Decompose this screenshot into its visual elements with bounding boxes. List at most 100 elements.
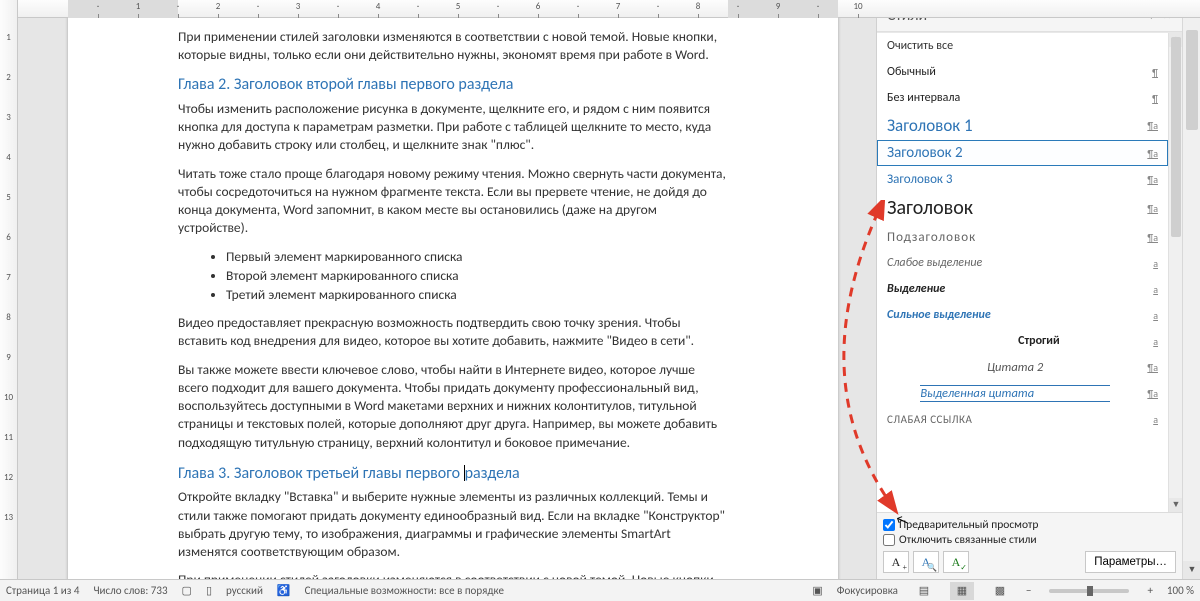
style-heading-2[interactable]: Заголовок 2 ¶a (877, 140, 1168, 166)
page[interactable]: При применении стилей заголовки изменяют… (68, 18, 838, 579)
ruler-tick: 8 (678, 1, 718, 18)
ruler-tick: · (558, 1, 598, 18)
style-heading-3[interactable]: Заголовок 3 ¶a (877, 166, 1168, 192)
ruler-tick: 2 (198, 1, 238, 18)
style-inspector-button[interactable]: A🔍 (913, 551, 939, 573)
style-normal[interactable]: Обычный ¶ (877, 59, 1168, 85)
status-bar: Страница 1 из 4 Число слов: 733 ▢ русски… (0, 579, 1200, 601)
styles-pane: Стили ▼ ✕ Очистить все Обычный ¶ Без инт… (876, 0, 1182, 579)
preview-checkbox[interactable]: Предварительный просмотр (883, 518, 1176, 532)
style-title[interactable]: Заголовок ¶a (877, 192, 1168, 224)
macro-record-icon[interactable]: ▢ (182, 584, 192, 597)
ruler-tick: · (718, 1, 758, 18)
style-subtitle[interactable]: Подзаголовок ¶a (877, 224, 1168, 250)
status-page[interactable]: Страница 1 из 4 (6, 584, 79, 597)
zoom-percent[interactable]: 100 % (1167, 584, 1194, 597)
ruler-tick: 3 (278, 1, 318, 18)
ruler-tick: 1 (0, 18, 17, 58)
style-list-scrollbar[interactable]: ▲ ▼ (1168, 33, 1182, 512)
disable-linked-checkbox[interactable]: Отключить связанные стили (883, 533, 1176, 547)
list-item[interactable]: Первый элемент маркированного списка (226, 248, 728, 266)
heading-2[interactable]: Глава 2. Заголовок второй главы первого … (178, 74, 728, 96)
ruler-tick: · (318, 1, 358, 18)
body-paragraph[interactable]: Чтобы изменить расположение рисунка в до… (178, 100, 728, 155)
ruler-tick: · (158, 1, 198, 18)
ruler-tick: 9 (0, 338, 17, 378)
scroll-thumb[interactable] (1186, 30, 1198, 130)
style-quote2[interactable]: Цитата 2 ¶a (877, 354, 1168, 380)
status-focus[interactable]: Фокусировка (837, 584, 898, 597)
bullet-list[interactable]: Первый элемент маркированного списка Вто… (226, 248, 728, 305)
ruler-tick: 6 (518, 1, 558, 18)
scroll-down-icon[interactable]: ▼ (1183, 561, 1200, 579)
scroll-thumb[interactable] (1171, 37, 1181, 237)
ruler-tick: · (238, 1, 278, 18)
list-item[interactable]: Второй элемент маркированного списка (226, 267, 728, 285)
ruler-tick: · (78, 1, 118, 18)
ruler-tick: · (478, 1, 518, 18)
ruler-tick: 9 (758, 1, 798, 18)
text-caret (464, 465, 465, 481)
body-paragraph[interactable]: Вы также можете ввести ключевое слово, ч… (178, 361, 728, 452)
style-subtle-emphasis[interactable]: Слабое выделение a (877, 250, 1168, 276)
body-paragraph[interactable]: Читать тоже стало проще благодаря новому… (178, 165, 728, 238)
accessibility-icon[interactable]: ♿ (277, 584, 291, 597)
preview-checkbox-input[interactable] (883, 519, 895, 531)
status-accessibility[interactable]: Специальные возможности: все в порядке (305, 584, 504, 597)
scroll-down-icon[interactable]: ▼ (1169, 498, 1182, 512)
zoom-slider[interactable] (1049, 589, 1129, 593)
style-clear-all[interactable]: Очистить все (877, 33, 1168, 59)
ruler-tick: 6 (0, 218, 17, 258)
style-strong[interactable]: Строгий a (877, 328, 1168, 354)
focus-mode-icon[interactable]: ▣ (812, 584, 822, 597)
view-web-layout-button[interactable]: ▩ (988, 582, 1012, 600)
style-subtle-reference[interactable]: СЛАБАЯ ССЫЛКА a (877, 406, 1168, 432)
ruler-tick: 4 (358, 1, 398, 18)
ruler-tick: 4 (0, 138, 17, 178)
ruler-tick: · (798, 1, 838, 18)
manage-styles-button[interactable]: A✓ (943, 551, 969, 573)
ruler-tick: 10 (838, 1, 878, 18)
ruler-tick: 10 (0, 378, 17, 418)
ruler-tick: 5 (0, 178, 17, 218)
ruler-tick: 11 (0, 418, 17, 458)
vertical-ruler[interactable]: 1 2 3 4 5 6 7 8 9 10 11 12 13 (0, 0, 18, 579)
heading-2[interactable]: Глава 3. Заголовок третьей главы первого… (178, 462, 728, 485)
ruler-tick: 1 (118, 1, 158, 18)
proofing-icon[interactable] (206, 584, 212, 597)
view-print-layout-button[interactable]: ▦ (950, 582, 974, 600)
horizontal-ruler[interactable]: · 1 · 2 · 3 · 4 · 5 · 6 · 7 · 8 · 9 · 10 (18, 0, 1200, 18)
list-item[interactable]: Третий элемент маркированного списка (226, 286, 728, 304)
style-no-spacing[interactable]: Без интервала ¶ (877, 85, 1168, 111)
ruler-tick: 13 (0, 498, 17, 538)
style-heading-1[interactable]: Заголовок 1 ¶a (877, 111, 1168, 140)
zoom-in-button[interactable]: + (1147, 584, 1152, 597)
ruler-tick: 5 (438, 1, 478, 18)
ruler-tick: 2 (0, 58, 17, 98)
style-list[interactable]: Очистить все Обычный ¶ Без интервала ¶ З… (877, 33, 1168, 512)
style-intense-quote[interactable]: Выделенная цитата ¶a (877, 380, 1168, 406)
status-language[interactable]: русский (226, 584, 263, 597)
style-emphasis[interactable]: Выделение a (877, 276, 1168, 302)
style-intense-emphasis[interactable]: Сильное выделение a (877, 302, 1168, 328)
styles-pane-footer: Предварительный просмотр Отключить связа… (877, 512, 1182, 579)
body-paragraph[interactable]: Откройте вкладку "Вставка" и выберите ну… (178, 488, 728, 561)
status-word-count[interactable]: Число слов: 733 (93, 584, 167, 597)
new-style-button[interactable]: A+ (883, 551, 909, 573)
ruler-tick: 12 (0, 458, 17, 498)
ruler-tick: 3 (0, 98, 17, 138)
disable-linked-checkbox-input[interactable] (883, 534, 895, 546)
body-paragraph[interactable]: При применении стилей заголовки изменяют… (178, 28, 728, 64)
window-vertical-scrollbar[interactable]: ▲ ▼ (1182, 0, 1200, 579)
view-read-mode-button[interactable]: ▤ (912, 582, 936, 600)
ruler-tick: 7 (598, 1, 638, 18)
document-area[interactable]: При применении стилей заголовки изменяют… (18, 18, 876, 579)
ruler-tick: · (398, 1, 438, 18)
style-options-button[interactable]: Параметры… (1085, 551, 1176, 573)
ruler-tick: 8 (0, 298, 17, 338)
ruler-tick: 7 (0, 258, 17, 298)
body-paragraph[interactable]: При применении стилей заголовки изменяют… (178, 571, 728, 579)
ruler-tick: · (638, 1, 678, 18)
body-paragraph[interactable]: Видео предоставляет прекрасную возможнос… (178, 314, 728, 350)
zoom-out-button[interactable]: − (1026, 584, 1031, 597)
